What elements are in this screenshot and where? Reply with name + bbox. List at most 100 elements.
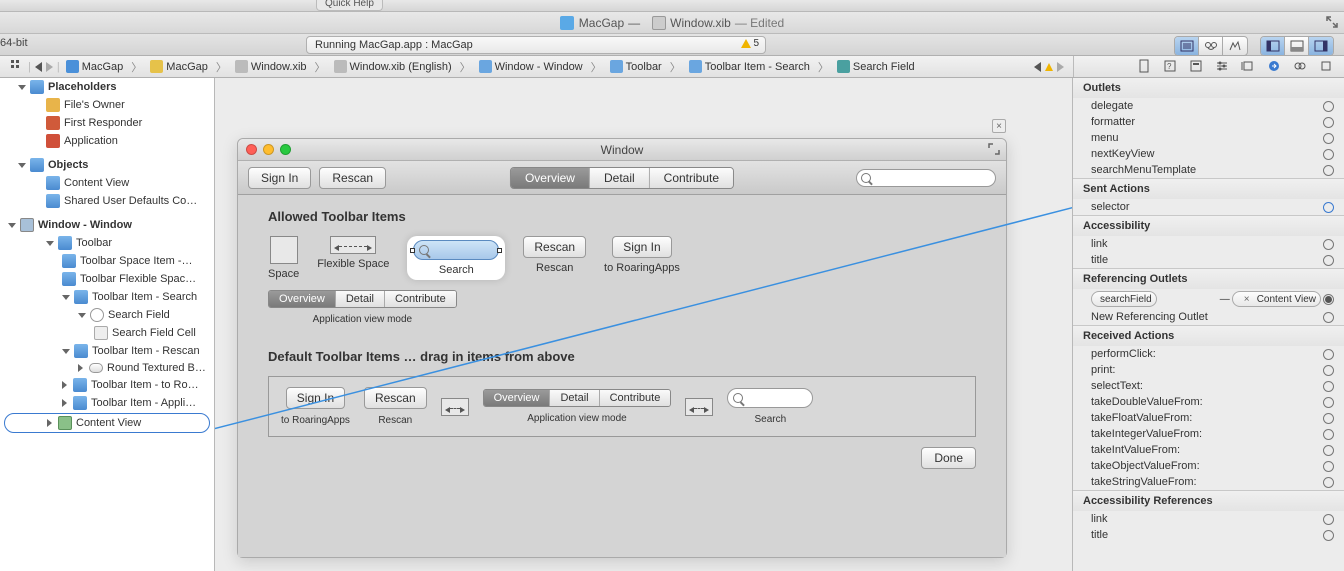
default-flex-2[interactable] bbox=[685, 398, 713, 416]
quick-help-tab-icon[interactable]: ? bbox=[1162, 58, 1178, 74]
back-button[interactable] bbox=[35, 62, 42, 72]
jump-warning-icon[interactable] bbox=[1045, 63, 1053, 71]
connection-port-icon[interactable] bbox=[1323, 117, 1334, 128]
outline-search-field[interactable]: Search Field bbox=[0, 306, 214, 324]
outline-item-search[interactable]: Toolbar Item - Search bbox=[0, 288, 214, 306]
document-outline[interactable]: Placeholders File's Owner First Responde… bbox=[0, 78, 215, 571]
recv-takestring[interactable]: takeStringValueFrom: bbox=[1073, 474, 1344, 490]
quick-help-tab[interactable]: Quick Help bbox=[316, 0, 383, 11]
assistant-forward[interactable] bbox=[1057, 62, 1064, 72]
outline-shared-defaults[interactable]: Shared User Defaults Co… bbox=[0, 192, 214, 210]
version-editor-button[interactable] bbox=[1223, 37, 1247, 55]
outline-item-roaring[interactable]: Toolbar Item - to Ro… bbox=[0, 376, 214, 394]
connection-port-icon[interactable] bbox=[1323, 445, 1334, 456]
default-view-mode[interactable]: OverviewDetailContribute Application vie… bbox=[483, 389, 672, 424]
connection-port-icon[interactable] bbox=[1323, 397, 1334, 408]
outlet-searchmenu[interactable]: searchMenuTemplate bbox=[1073, 162, 1344, 178]
disconnect-icon[interactable]: × bbox=[1241, 293, 1253, 305]
outline-first-responder[interactable]: First Responder bbox=[0, 114, 214, 132]
connection-port-icon[interactable] bbox=[1323, 477, 1334, 488]
default-rescan[interactable]: Rescan Rescan bbox=[364, 387, 427, 426]
item-sign-in[interactable]: Sign In to RoaringApps bbox=[604, 236, 680, 274]
jump-seg-folder[interactable]: MacGap bbox=[148, 60, 210, 73]
outline-objects[interactable]: Objects bbox=[0, 156, 214, 174]
file-inspector-tab[interactable] bbox=[1136, 58, 1152, 74]
detail-segment[interactable]: Detail bbox=[590, 168, 650, 188]
effects-inspector-tab[interactable] bbox=[1318, 58, 1334, 74]
outline-flex-item[interactable]: Toolbar Flexible Spac… bbox=[0, 270, 214, 288]
default-sign-in[interactable]: Sign In to RoaringApps bbox=[281, 387, 350, 426]
connection-port-icon[interactable] bbox=[1323, 349, 1334, 360]
connection-port-icon[interactable] bbox=[1323, 461, 1334, 472]
connection-port-icon[interactable] bbox=[1323, 294, 1334, 305]
debug-toggle[interactable] bbox=[1285, 37, 1309, 55]
new-ref-outlet[interactable]: New Referencing Outlet bbox=[1073, 309, 1344, 325]
outline-window[interactable]: Window - Window bbox=[0, 216, 214, 234]
jump-seg-project[interactable]: MacGap bbox=[64, 60, 126, 73]
outline-application[interactable]: Application bbox=[0, 132, 214, 150]
ib-canvas[interactable]: × Window Sign In Rescan Overview Detail … bbox=[215, 78, 1072, 571]
item-search-selected[interactable]: Search bbox=[407, 236, 505, 280]
item-space[interactable]: Space bbox=[268, 236, 299, 280]
connection-port-icon[interactable] bbox=[1323, 312, 1334, 323]
default-search[interactable]: Search bbox=[727, 388, 813, 425]
jump-seg-toolbar[interactable]: Toolbar bbox=[608, 60, 664, 73]
connection-port-icon[interactable] bbox=[1323, 429, 1334, 440]
outlet-menu[interactable]: menu bbox=[1073, 130, 1344, 146]
assistant-back[interactable] bbox=[1034, 62, 1041, 72]
item-app-view-mode[interactable]: OverviewDetailContribute Application vie… bbox=[268, 290, 457, 325]
outline-item-rescan[interactable]: Toolbar Item - Rescan bbox=[0, 342, 214, 360]
connection-port-icon[interactable] bbox=[1323, 133, 1334, 144]
navigator-toggle[interactable] bbox=[1261, 37, 1285, 55]
recv-takeobject[interactable]: takeObjectValueFrom: bbox=[1073, 458, 1344, 474]
rescan-button[interactable]: Rescan bbox=[319, 167, 386, 189]
acc-ref-link[interactable]: link bbox=[1073, 511, 1344, 527]
contribute-segment[interactable]: Contribute bbox=[650, 168, 733, 188]
outline-item-appli[interactable]: Toolbar Item - Appli… bbox=[0, 394, 214, 412]
related-items-icon[interactable] bbox=[10, 59, 24, 74]
recv-takeint[interactable]: takeIntValueFrom: bbox=[1073, 442, 1344, 458]
outline-content-view-selected[interactable]: Content View bbox=[4, 413, 210, 433]
outline-space-item[interactable]: Toolbar Space Item -… bbox=[0, 252, 214, 270]
connection-port-icon[interactable] bbox=[1323, 514, 1334, 525]
default-flex-1[interactable] bbox=[441, 398, 469, 416]
ib-window[interactable]: × Window Sign In Rescan Overview Detail … bbox=[237, 138, 1007, 558]
outlet-formatter[interactable]: formatter bbox=[1073, 114, 1344, 130]
jump-seg-item[interactable]: Toolbar Item - Search bbox=[687, 60, 812, 73]
connection-port-icon[interactable] bbox=[1323, 530, 1334, 541]
recv-takedouble[interactable]: takeDoubleValueFrom: bbox=[1073, 394, 1344, 410]
identity-inspector-tab[interactable] bbox=[1188, 58, 1204, 74]
outline-search-cell[interactable]: Search Field Cell bbox=[0, 324, 214, 342]
view-buttons[interactable] bbox=[1260, 36, 1334, 56]
acc-title[interactable]: title bbox=[1073, 252, 1344, 268]
assistant-editor-button[interactable] bbox=[1199, 37, 1223, 55]
size-inspector-tab[interactable] bbox=[1240, 58, 1256, 74]
acc-ref-title[interactable]: title bbox=[1073, 527, 1344, 543]
outline-files-owner[interactable]: File's Owner bbox=[0, 96, 214, 114]
connection-port-icon[interactable] bbox=[1323, 202, 1334, 213]
jump-seg-searchfield[interactable]: Search Field bbox=[835, 60, 917, 73]
recv-takefloat[interactable]: takeFloatValueFrom: bbox=[1073, 410, 1344, 426]
jump-seg-window[interactable]: Window - Window bbox=[477, 60, 585, 73]
standard-editor-button[interactable] bbox=[1175, 37, 1199, 55]
editor-mode-buttons[interactable] bbox=[1174, 36, 1248, 56]
maximize-icon[interactable] bbox=[1326, 16, 1338, 28]
recv-selecttext[interactable]: selectText: bbox=[1073, 378, 1344, 394]
close-popup-button[interactable]: × bbox=[992, 119, 1006, 133]
connection-port-icon[interactable] bbox=[1323, 149, 1334, 160]
connection-port-icon[interactable] bbox=[1323, 101, 1334, 112]
connections-inspector-tab[interactable] bbox=[1266, 58, 1282, 74]
connection-port-icon[interactable] bbox=[1323, 413, 1334, 424]
fullscreen-icon[interactable] bbox=[988, 143, 1000, 155]
jump-seg-xib[interactable]: Window.xib bbox=[233, 60, 309, 73]
activity-viewer[interactable]: Running MacGap.app : MacGap 5 bbox=[306, 36, 766, 54]
outlet-nextkeyview[interactable]: nextKeyView bbox=[1073, 146, 1344, 162]
forward-button[interactable] bbox=[46, 62, 53, 72]
connection-port-icon[interactable] bbox=[1323, 381, 1334, 392]
recv-takeinteger[interactable]: takeIntegerValueFrom: bbox=[1073, 426, 1344, 442]
connection-port-icon[interactable] bbox=[1323, 239, 1334, 250]
done-button[interactable]: Done bbox=[921, 447, 976, 469]
item-rescan[interactable]: Rescan Rescan bbox=[523, 236, 586, 274]
attributes-inspector-tab[interactable] bbox=[1214, 58, 1230, 74]
connection-port-icon[interactable] bbox=[1323, 255, 1334, 266]
